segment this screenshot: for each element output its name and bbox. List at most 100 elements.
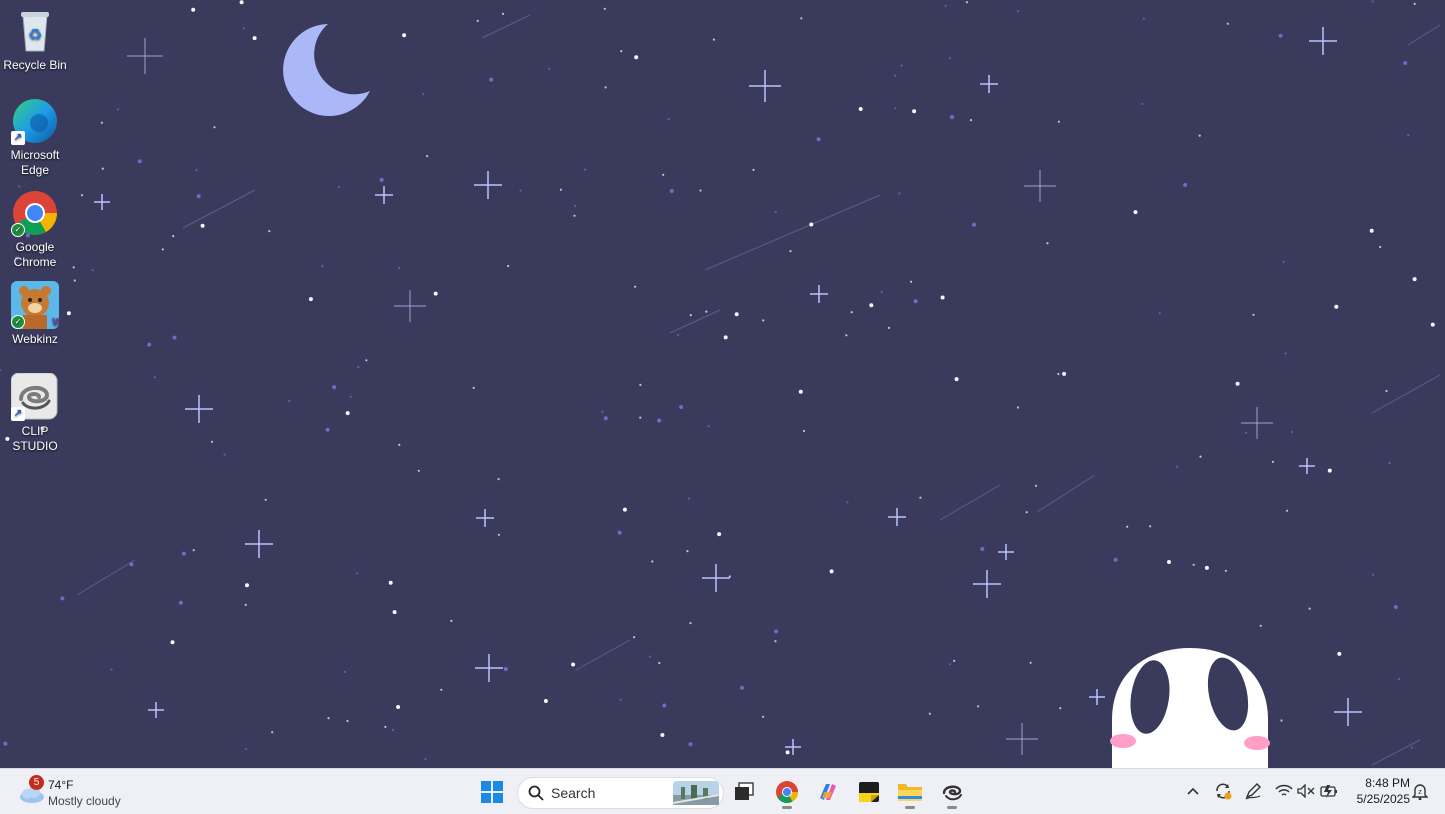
star-dot [649, 655, 652, 658]
star-dot [91, 269, 94, 272]
star-dot [688, 742, 693, 747]
desktop-icon-webkinz[interactable]: W ✓ Webkinz [0, 281, 70, 347]
star-dot [1158, 312, 1161, 315]
taskbar-copilot[interactable] [810, 775, 846, 809]
tray-pen[interactable] [1243, 781, 1263, 801]
folder-icon [898, 784, 922, 801]
volume-muted-icon [1297, 784, 1315, 798]
star-sparkles [94, 27, 1362, 755]
weather-temperature: 74°F [48, 778, 74, 792]
star-dot [1410, 746, 1413, 749]
star-dot [712, 38, 716, 41]
star-dot [1235, 381, 1240, 386]
star-dot [325, 427, 330, 432]
star-dot [689, 622, 692, 625]
star-dot [543, 699, 548, 703]
star-dot [137, 159, 142, 164]
star-dot [829, 569, 834, 574]
star-dot [919, 496, 922, 499]
star-dot [1385, 389, 1388, 393]
star-dot [676, 333, 680, 337]
star-dot [1226, 22, 1229, 25]
star-dot [689, 314, 692, 317]
star-dot [977, 705, 980, 708]
star-dot [928, 712, 931, 715]
chrome-icon [776, 781, 798, 803]
star-dot [1337, 651, 1342, 656]
taskbar-clip-studio[interactable] [934, 775, 970, 809]
shooting-star-streak [481, 14, 531, 39]
star-dot [762, 319, 765, 322]
star-dot [1252, 313, 1255, 316]
weather-widget[interactable]: 5 74°F Mostly cloudy [14, 773, 144, 811]
star-dot [242, 27, 245, 30]
star-dot [245, 748, 248, 751]
desktop-icon-clip-studio[interactable]: ↗ CLIP STUDIO [0, 372, 70, 454]
svg-text:W: W [52, 317, 59, 328]
star-dot [1334, 304, 1339, 309]
notification-center-button[interactable]: z [1410, 781, 1430, 801]
star-dot [1142, 17, 1145, 20]
star-dot [651, 560, 654, 563]
star-dot [845, 334, 848, 337]
star-dot [397, 266, 401, 270]
taskbar-file-explorer[interactable] [892, 775, 928, 809]
star-dot [953, 659, 956, 663]
star-dot [601, 410, 604, 413]
star-dot [1407, 134, 1410, 137]
star-dot [573, 214, 576, 217]
star-dot [117, 108, 120, 111]
star-dot [450, 619, 453, 623]
star-dot [1113, 557, 1118, 562]
search-box[interactable]: Search [517, 777, 724, 809]
star-dot [800, 17, 803, 20]
edge-icon: ↗ [11, 97, 59, 145]
taskbar-chrome[interactable] [769, 775, 805, 809]
star-dot [239, 0, 244, 5]
shortcut-arrow-icon: ↗ [11, 407, 25, 421]
star-dot [785, 750, 790, 755]
desktop-wallpaper: ♻ Recycle Bin ↗ Microsoft Edge ✓ Google … [0, 0, 1445, 768]
star-dot [617, 530, 622, 535]
star-dot [699, 189, 702, 192]
tray-wifi[interactable] [1274, 781, 1294, 801]
clock-time: 8:48 PM [1365, 776, 1410, 790]
star-dot [196, 194, 201, 199]
star-dot [1278, 33, 1283, 38]
star-dot [789, 250, 792, 253]
system-clock[interactable]: 8:48 PM 5/25/2025 [1345, 775, 1410, 807]
task-view-button[interactable] [726, 775, 762, 809]
desktop-icon-recycle-bin[interactable]: ♻ Recycle Bin [0, 7, 70, 73]
shooting-star-streak [182, 189, 256, 229]
star-dot [1244, 431, 1248, 434]
star-dot [900, 64, 903, 67]
wifi-icon [1275, 784, 1293, 796]
desktop-icon-chrome[interactable]: ✓ Google Chrome [0, 189, 70, 270]
star-dot [912, 109, 917, 114]
star-dot [349, 395, 352, 398]
show-hidden-icons-button[interactable] [1183, 781, 1203, 801]
star-dot [603, 416, 608, 421]
star-dot [345, 411, 350, 416]
tray-sync[interactable] [1213, 781, 1233, 801]
star-dot [1412, 277, 1417, 282]
star-dot [1029, 661, 1032, 664]
star-dot [1175, 465, 1178, 468]
star-dot [497, 533, 500, 536]
desktop-icon-edge[interactable]: ↗ Microsoft Edge [0, 97, 70, 178]
shooting-star-streak [1371, 739, 1421, 766]
star-dot [1059, 707, 1062, 710]
task-view-icon [735, 782, 754, 800]
start-button[interactable] [474, 775, 510, 809]
taskbar-sticky-notes[interactable] [851, 775, 887, 809]
star-dot [161, 248, 164, 251]
shooting-star-streak [704, 194, 881, 271]
star-dot [1016, 406, 1020, 409]
star-dot [343, 670, 346, 674]
star-dot [244, 603, 247, 607]
star-dot [734, 312, 739, 317]
star-dot [1198, 134, 1201, 137]
taskbar: 5 74°F Mostly cloudy Search 8:48 PM 5/25… [0, 768, 1445, 814]
tray-battery[interactable] [1319, 781, 1339, 801]
tray-volume[interactable] [1296, 781, 1316, 801]
